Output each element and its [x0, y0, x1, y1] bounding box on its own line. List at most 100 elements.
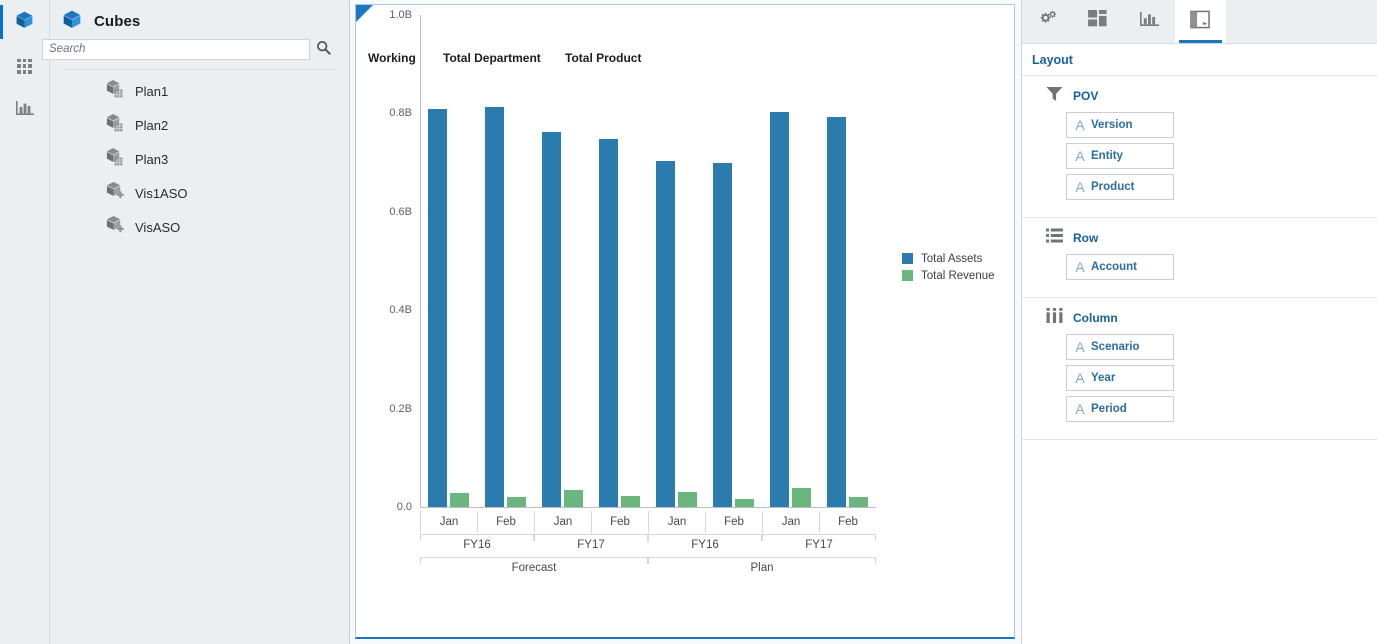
category-axis-label[interactable]: Feb: [477, 511, 534, 533]
category-axis-label[interactable]: Jan: [648, 511, 705, 533]
category-axis-label-text: FY16: [457, 539, 497, 551]
chart-bar[interactable]: [735, 499, 754, 507]
category-axis-line: [420, 507, 876, 508]
tab-properties[interactable]: [1022, 0, 1073, 43]
layout-chip-entity[interactable]: A Entity: [1066, 143, 1174, 169]
chart-bar[interactable]: [542, 132, 561, 507]
section-header-pov: POV: [1022, 86, 1377, 106]
rows-icon: [1046, 228, 1063, 248]
columns-icon: [1046, 308, 1063, 328]
list-item[interactable]: VisASO: [50, 210, 349, 244]
chart-bar[interactable]: [792, 488, 811, 507]
layout-chip-account[interactable]: A Account: [1066, 254, 1174, 280]
search-input[interactable]: [42, 39, 310, 60]
legend-swatch: [902, 270, 913, 281]
gears-icon: [1037, 9, 1059, 34]
section-label-row: Row: [1073, 231, 1098, 245]
category-axis-label[interactable]: Feb: [591, 511, 648, 533]
category-axis-label[interactable]: Forecast: [420, 557, 648, 579]
category-axis-label[interactable]: Feb: [819, 511, 876, 533]
chart-bar[interactable]: [428, 109, 447, 507]
chip-label: Period: [1091, 403, 1127, 415]
legend-item[interactable]: Total Revenue: [902, 267, 995, 284]
right-panel-tabs: [1022, 0, 1377, 44]
list-item[interactable]: Plan2: [50, 108, 349, 142]
tab-chart[interactable]: [1124, 0, 1175, 43]
list-item[interactable]: Plan3: [50, 142, 349, 176]
category-axis-level-scenario: Forecast Plan: [356, 557, 1014, 579]
cube-name: Plan2: [135, 118, 168, 133]
cube-name: VisASO: [135, 220, 180, 235]
cubes-panel: Cubes: [50, 0, 350, 644]
chip-label: Scenario: [1091, 341, 1140, 353]
layout-section-pov: POV A Version A Entity A Product: [1022, 76, 1377, 218]
chart-bar[interactable]: [656, 161, 675, 507]
chip-label: Account: [1091, 261, 1137, 273]
category-axis-label-text: FY17: [571, 539, 611, 551]
value-axis-line: [420, 15, 421, 507]
bar-chart-plot: 0.00.2B0.4B0.6B0.8B1.0BTotal AssetsTotal…: [356, 5, 1014, 638]
y-axis-tick-label: 0.2B: [389, 403, 412, 415]
bar-chart-icon: [1140, 10, 1159, 33]
blocks-icon: [1088, 10, 1109, 33]
chart-bar[interactable]: [564, 490, 583, 507]
category-axis-label[interactable]: FY16: [648, 534, 762, 556]
chip-label: Version: [1091, 119, 1133, 131]
category-axis-label[interactable]: FY17: [762, 534, 876, 556]
legend-label: Total Revenue: [921, 270, 995, 282]
cube-bso-icon: [104, 113, 125, 137]
category-axis-label[interactable]: Jan: [762, 511, 819, 533]
category-axis-label-text: FY16: [685, 539, 725, 551]
cube-name: Plan3: [135, 152, 168, 167]
category-axis-label[interactable]: Feb: [705, 511, 762, 533]
category-axis-label[interactable]: Jan: [420, 511, 477, 533]
category-axis-label[interactable]: Plan: [648, 557, 876, 579]
chart-bar[interactable]: [849, 497, 868, 507]
layout-chip-year[interactable]: A Year: [1066, 365, 1174, 391]
tab-dashboard[interactable]: [1073, 0, 1124, 43]
chart-bar[interactable]: [599, 139, 618, 507]
chart-legend: Total Assets Total Revenue: [902, 250, 995, 284]
list-item[interactable]: Vis1ASO: [50, 176, 349, 210]
cube-icon: [15, 10, 34, 34]
cubes-panel-header: Cubes: [50, 0, 349, 38]
legend-swatch: [902, 253, 913, 264]
layout-chip-version[interactable]: A Version: [1066, 112, 1174, 138]
section-label-pov: POV: [1073, 89, 1098, 103]
chart-bar[interactable]: [770, 112, 789, 507]
cubes-search-row: [42, 38, 349, 60]
cube-icon: [62, 9, 82, 34]
cube-bso-icon: [104, 147, 125, 171]
y-axis-tick-label: 1.0B: [389, 9, 412, 21]
section-label-column: Column: [1073, 311, 1118, 325]
chart-bar[interactable]: [827, 117, 846, 507]
cubes-panel-title: Cubes: [94, 13, 140, 30]
attribute-icon: A: [1069, 148, 1091, 164]
chart-bar[interactable]: [678, 492, 697, 507]
chart-bar[interactable]: [713, 163, 732, 507]
chart-bar[interactable]: [507, 497, 526, 507]
chart-panel[interactable]: Working Total Department Total Product 0…: [355, 4, 1015, 639]
layout-chip-scenario[interactable]: A Scenario: [1066, 334, 1174, 360]
search-button[interactable]: [310, 38, 336, 60]
category-axis-label-text: Forecast: [506, 562, 563, 574]
tab-layout[interactable]: [1175, 0, 1226, 43]
chip-label: Product: [1091, 181, 1134, 193]
bar-chart-icon: [16, 99, 34, 121]
category-axis-label[interactable]: Jan: [534, 511, 591, 533]
cube-name: Plan1: [135, 84, 168, 99]
category-axis-label[interactable]: FY16: [420, 534, 534, 556]
attribute-icon: A: [1069, 179, 1091, 195]
layout-chip-product[interactable]: A Product: [1066, 174, 1174, 200]
list-item[interactable]: Plan1: [50, 74, 349, 108]
layout-chip-period[interactable]: A Period: [1066, 396, 1174, 422]
attribute-icon: A: [1069, 339, 1091, 355]
chart-bar[interactable]: [485, 107, 504, 507]
legend-item[interactable]: Total Assets: [902, 250, 995, 267]
category-axis-label[interactable]: FY17: [534, 534, 648, 556]
rail-item-cubes[interactable]: [0, 5, 49, 39]
rail-item-analysis[interactable]: [0, 93, 49, 127]
chart-bar[interactable]: [621, 496, 640, 507]
chart-bar[interactable]: [450, 493, 469, 507]
category-axis-label-text: FY17: [799, 539, 839, 551]
